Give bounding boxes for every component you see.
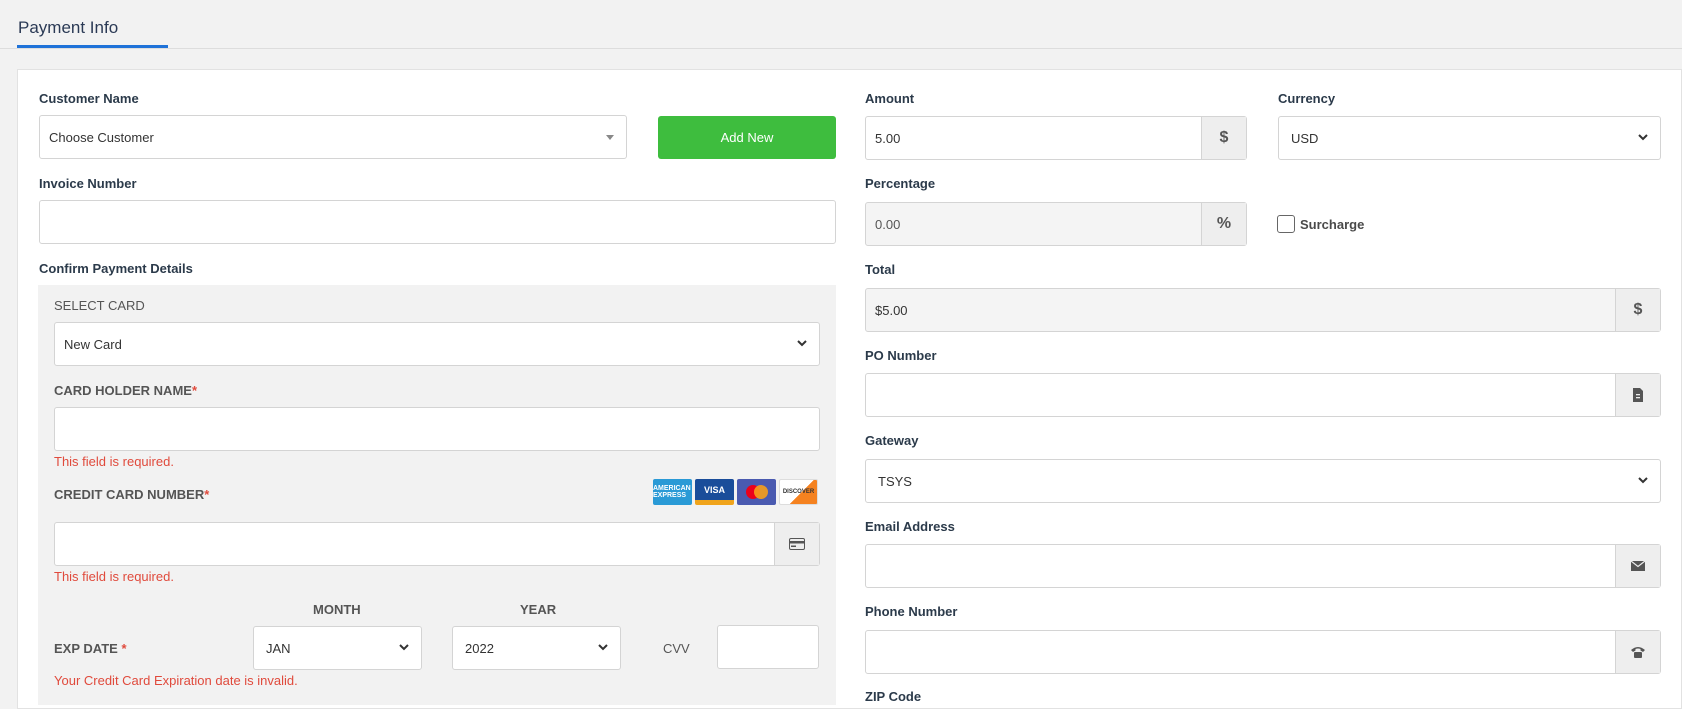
amount-label: Amount xyxy=(865,91,915,106)
gateway-select[interactable]: TSYS xyxy=(865,459,1661,503)
po-number-label: PO Number xyxy=(865,348,937,363)
required-mark: * xyxy=(191,383,198,398)
phone-number-input[interactable] xyxy=(865,630,1661,674)
credit-card-number-error: This field is required. xyxy=(54,569,174,584)
credit-card-icon xyxy=(789,538,805,550)
exp-date-error: Your Credit Card Expiration date is inva… xyxy=(54,673,298,688)
add-new-button[interactable]: Add New xyxy=(658,116,836,159)
gateway-label: Gateway xyxy=(865,433,919,448)
card-holder-input[interactable] xyxy=(54,407,820,451)
percentage-label: Percentage xyxy=(865,176,936,191)
cvv-input[interactable] xyxy=(717,625,819,669)
chevron-down-icon xyxy=(797,340,807,347)
dollar-addon: $ xyxy=(1201,117,1246,159)
percentage-input[interactable]: 0.00 % xyxy=(865,202,1247,246)
gateway-value: TSYS xyxy=(878,474,912,489)
required-mark: * xyxy=(204,487,210,502)
chevron-down-icon xyxy=(1638,477,1648,484)
email-addon xyxy=(1615,545,1660,587)
phone-number-label: Phone Number xyxy=(865,604,958,619)
phone-addon xyxy=(1615,631,1660,673)
percent-addon: % xyxy=(1201,203,1246,245)
visa-logo: VISA xyxy=(695,479,734,505)
discover-logo: DISCOVER xyxy=(779,479,818,505)
amount-value: 5.00 xyxy=(875,131,901,146)
mastercard-logo xyxy=(737,479,776,505)
percent-icon: % xyxy=(1216,215,1232,232)
currency-label: Currency xyxy=(1278,91,1336,106)
envelope-icon xyxy=(1631,561,1645,571)
card-holder-label: CARD HOLDER NAME* xyxy=(54,383,197,398)
currency-select[interactable]: USD xyxy=(1278,116,1661,160)
phone-icon xyxy=(1631,647,1645,658)
surcharge-checkbox[interactable] xyxy=(1277,215,1295,233)
card-holder-label-text: CARD HOLDER NAME xyxy=(54,383,192,398)
credit-card-number-label: CREDIT CARD NUMBER* xyxy=(54,487,209,502)
cvv-label: CVV xyxy=(663,641,690,656)
exp-date-label: EXP DATE * xyxy=(54,641,127,656)
invoice-number-input[interactable] xyxy=(39,200,836,244)
month-label: MONTH xyxy=(313,602,361,617)
invoice-number-label: Invoice Number xyxy=(39,176,137,191)
tab-payment-info[interactable]: Payment Info xyxy=(18,18,118,38)
dollar-icon: $ xyxy=(1219,129,1229,146)
email-address-input[interactable] xyxy=(865,544,1661,588)
select-card-value: New Card xyxy=(64,337,122,352)
customer-select[interactable]: Choose Customer xyxy=(39,115,627,159)
chevron-down-icon xyxy=(1638,134,1648,141)
po-addon xyxy=(1615,374,1660,416)
exp-year-value: 2022 xyxy=(465,641,494,656)
card-holder-error: This field is required. xyxy=(54,454,174,469)
email-address-label: Email Address xyxy=(865,519,955,534)
surcharge-checkbox-row[interactable]: Surcharge xyxy=(1277,215,1364,233)
credit-card-number-input[interactable] xyxy=(54,522,820,566)
caret-down-icon xyxy=(606,135,614,140)
select-card-label: SELECT CARD xyxy=(54,298,145,313)
credit-card-addon xyxy=(774,523,819,565)
exp-month-select[interactable]: JAN xyxy=(253,626,422,670)
zip-code-label: ZIP Code xyxy=(865,689,922,704)
po-number-input[interactable] xyxy=(865,373,1661,417)
select-card-dropdown[interactable]: New Card xyxy=(54,322,820,366)
tab-divider xyxy=(0,48,1682,49)
mastercard-circles-icon xyxy=(745,485,768,499)
chevron-down-icon xyxy=(399,644,409,651)
currency-value: USD xyxy=(1291,131,1319,146)
exp-year-select[interactable]: 2022 xyxy=(452,626,621,670)
percentage-value: 0.00 xyxy=(875,217,901,232)
amount-input[interactable]: 5.00 $ xyxy=(865,116,1247,160)
total-input[interactable]: $5.00 $ xyxy=(865,288,1661,332)
year-label: YEAR xyxy=(520,602,557,617)
exp-month-value: JAN xyxy=(266,641,291,656)
total-label: Total xyxy=(865,262,896,277)
dollar-addon: $ xyxy=(1615,289,1660,331)
card-logos: AMERICAN EXPRESS VISA DISCOVER xyxy=(653,479,818,505)
surcharge-label: Surcharge xyxy=(1300,216,1365,232)
customer-name-label: Customer Name xyxy=(39,91,139,106)
total-value: $5.00 xyxy=(875,303,908,318)
chevron-down-icon xyxy=(598,644,608,651)
customer-select-value: Choose Customer xyxy=(49,130,154,145)
credit-card-number-label-text: CREDIT CARD NUMBER xyxy=(54,487,205,502)
document-icon xyxy=(1633,388,1643,402)
required-mark: * xyxy=(121,641,127,656)
exp-date-label-text: EXP DATE xyxy=(54,641,118,656)
amex-logo: AMERICAN EXPRESS xyxy=(653,479,692,505)
confirm-payment-label: Confirm Payment Details xyxy=(39,261,193,276)
dollar-icon: $ xyxy=(1633,301,1643,318)
